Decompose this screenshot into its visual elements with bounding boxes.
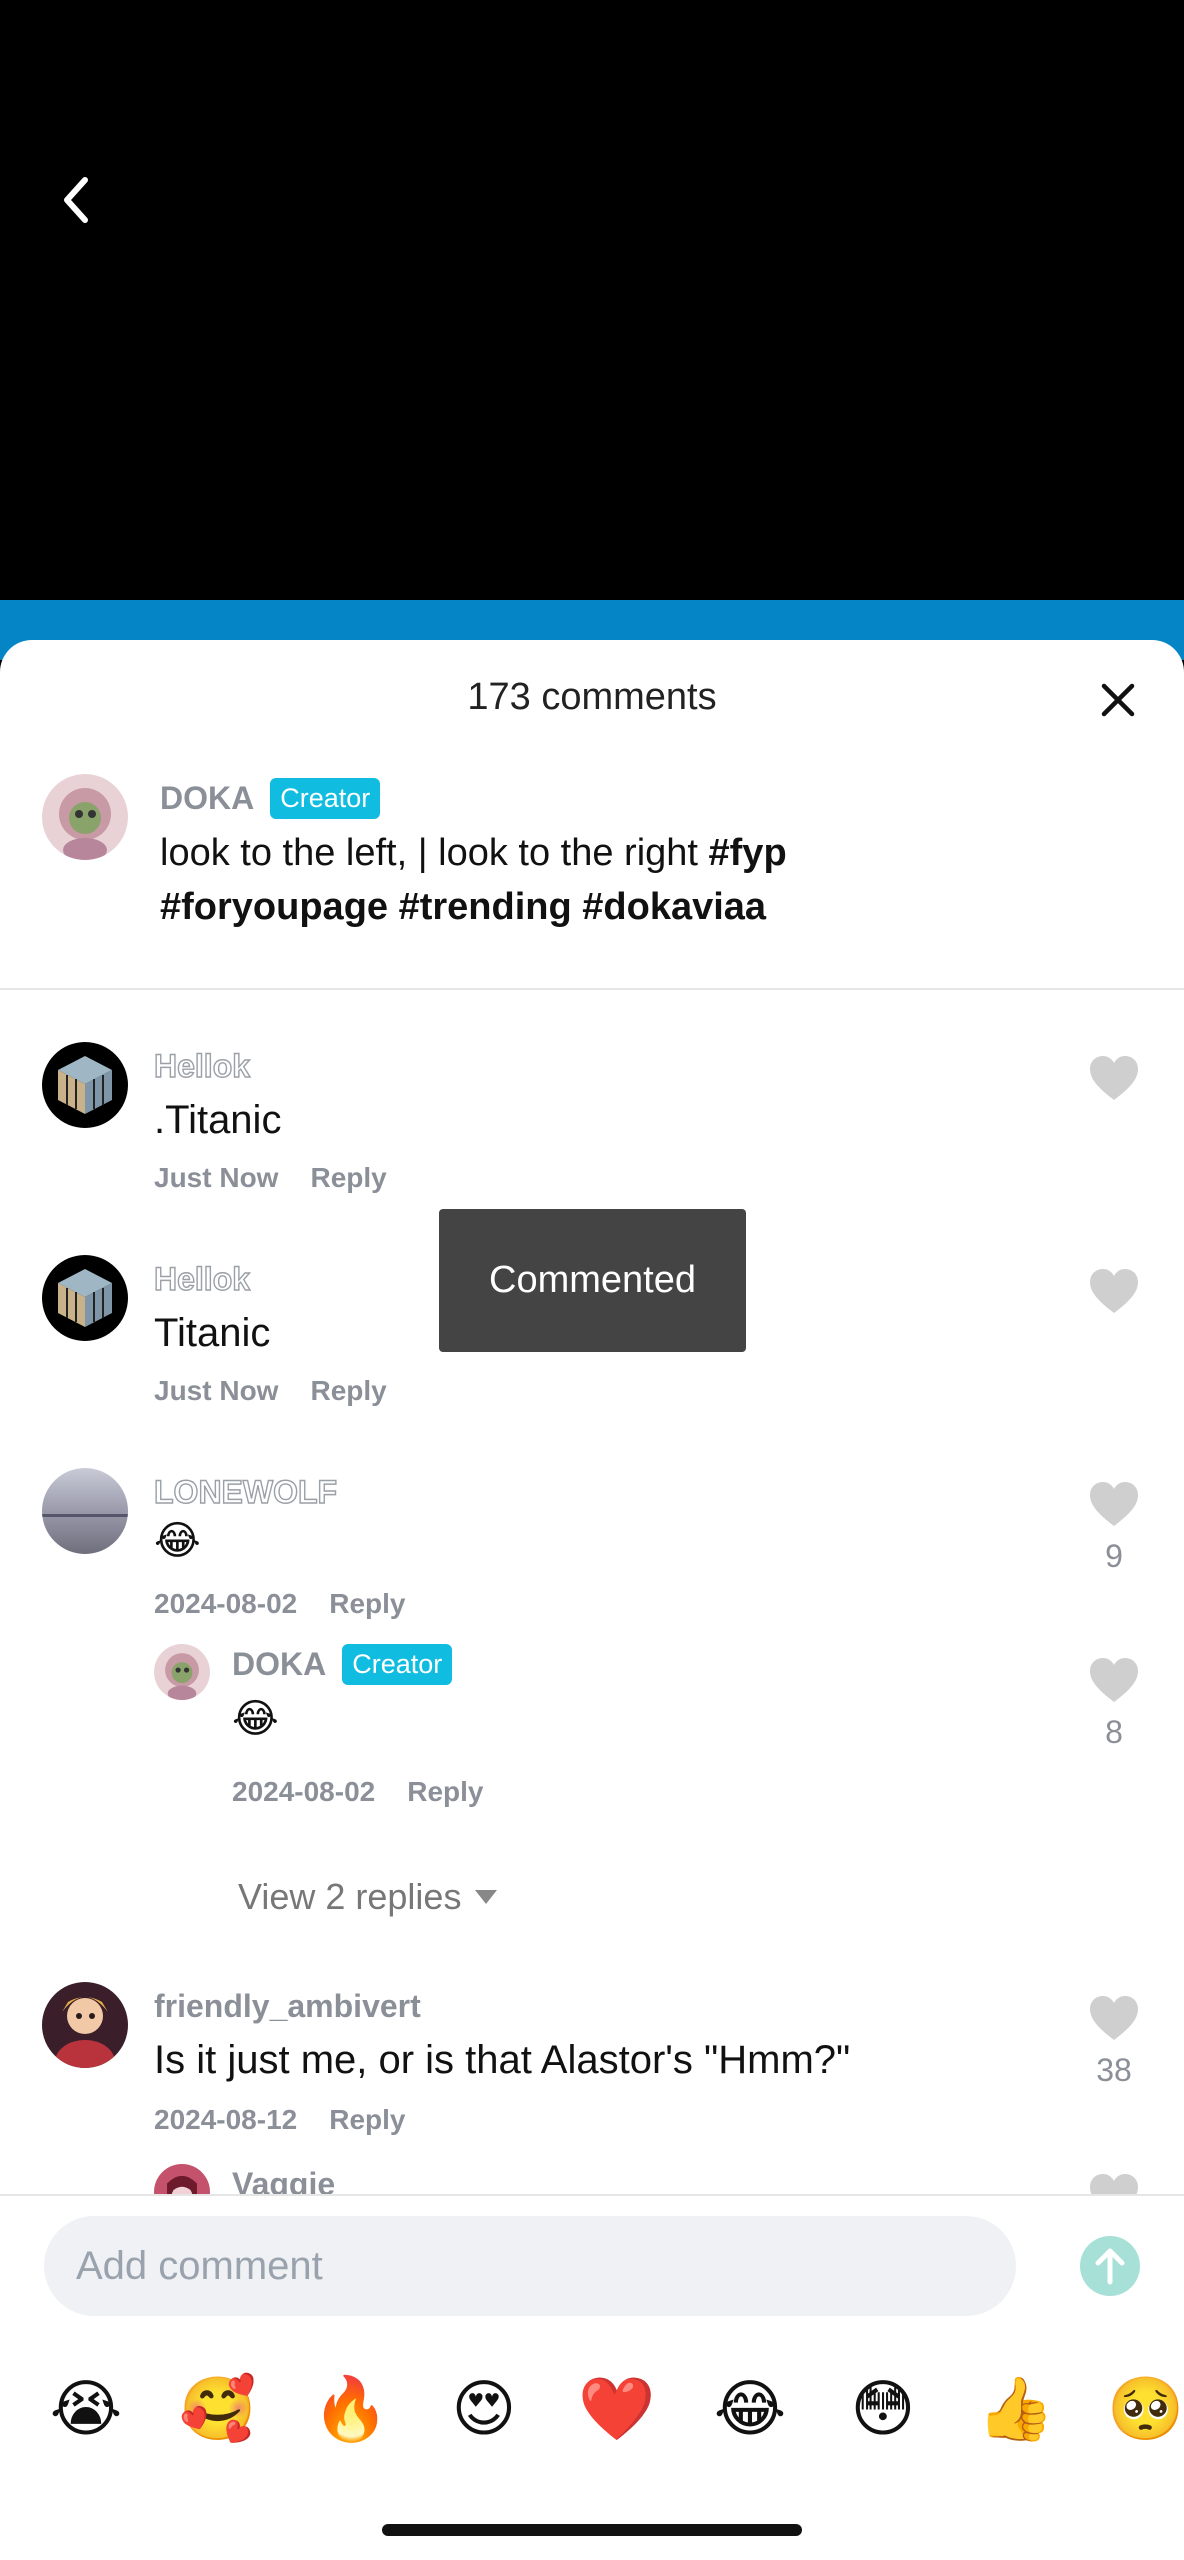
avatar[interactable] xyxy=(154,2164,210,2196)
like-count: 38 xyxy=(1096,2052,1132,2088)
home-indicator[interactable] xyxy=(382,2524,802,2536)
reply-item: Vaggie xyxy=(0,2164,1184,2196)
emoji-thumbs-up[interactable]: 👍 xyxy=(976,2370,1056,2450)
list-item: friendly_ambivert Is it just me, or is t… xyxy=(0,1982,1184,2162)
comment-time: Just Now xyxy=(154,1162,279,1193)
comment-time: 2024-08-02 xyxy=(232,1776,376,1807)
emoji-tears-of-joy[interactable]: 😂 xyxy=(710,2370,790,2450)
avatar[interactable] xyxy=(42,1982,128,2068)
like-button[interactable] xyxy=(1086,1054,1142,1102)
heart-icon xyxy=(1090,1482,1138,1526)
comment-text: Is it just me, or is that Alastor's "Hmm… xyxy=(154,2038,851,2082)
emoji-pleading[interactable]: 🥺 xyxy=(1106,2370,1184,2450)
comment-username[interactable]: DOKA xyxy=(232,1646,326,1683)
heart-icon xyxy=(1090,1658,1138,1702)
comment-meta: Just Now Reply xyxy=(154,1162,387,1194)
comments-sheet: 173 comments DOKA Creator look to the le… xyxy=(0,640,1184,2560)
arrow-up-icon xyxy=(1095,2248,1125,2285)
avatar[interactable] xyxy=(42,1042,128,1128)
heart-icon xyxy=(1090,1269,1138,1313)
heart-icon xyxy=(1090,1996,1138,2040)
video-area[interactable] xyxy=(0,0,1184,604)
comment-meta: Just Now Reply xyxy=(154,1375,387,1407)
like-button[interactable]: 38 xyxy=(1086,1994,1142,2089)
video-caption: DOKA Creator look to the left, | look to… xyxy=(0,764,1184,990)
emoji-heart-eyes[interactable]: 😍 xyxy=(444,2370,524,2450)
caption-author[interactable]: DOKA xyxy=(160,780,254,817)
comment-username[interactable]: Vaggie xyxy=(232,2166,335,2196)
comment-meta: 2024-08-02 Reply xyxy=(232,1776,483,1808)
comment-username[interactable]: LONEWOLF xyxy=(153,1473,337,1511)
like-count: 8 xyxy=(1105,1714,1123,1750)
list-item: Hellok .Titanic Just Now Reply xyxy=(0,992,1184,1202)
comment-time: Just Now xyxy=(154,1375,279,1406)
reply-button[interactable]: Reply xyxy=(310,1375,386,1407)
like-count: 9 xyxy=(1105,1538,1123,1574)
comment-input[interactable] xyxy=(44,2216,1016,2316)
emoji-loudly-crying[interactable]: 😭 xyxy=(46,2370,126,2450)
caret-down-icon xyxy=(475,1890,498,1904)
comment-username[interactable]: Hellok xyxy=(153,1047,250,1085)
heart-icon xyxy=(1090,2174,1138,2196)
hashtag-list[interactable]: #foryoupage #trending #dokaviaa xyxy=(160,886,766,928)
send-button[interactable] xyxy=(1080,2236,1140,2296)
comment-time: 2024-08-12 xyxy=(154,2104,298,2135)
back-button[interactable] xyxy=(52,168,100,232)
creator-badge: Creator xyxy=(342,1644,453,1685)
comment-text: .Titanic xyxy=(154,1098,282,1142)
comment-text: Titanic xyxy=(154,1311,271,1355)
toast-message: Commented xyxy=(439,1209,746,1352)
hashtag-fyp[interactable]: #fyp xyxy=(709,832,787,874)
reply-button[interactable]: Reply xyxy=(310,1162,386,1194)
comment-text: 😂 xyxy=(154,1519,201,1563)
close-icon xyxy=(1101,683,1135,717)
avatar[interactable] xyxy=(154,1644,210,1700)
heart-icon xyxy=(1090,1056,1138,1100)
like-button[interactable]: 9 xyxy=(1086,1480,1142,1575)
emoji-smiling-hearts[interactable]: 🥰 xyxy=(178,2370,258,2450)
comment-list[interactable]: Hellok .Titanic Just Now Reply Hellok Ti… xyxy=(0,992,1184,2196)
caption-body: look to the left, | look to the right xyxy=(160,832,709,874)
caption-text: look to the left, | look to the right #f… xyxy=(160,826,960,934)
chevron-left-icon xyxy=(64,177,88,223)
like-button[interactable] xyxy=(1086,2172,1142,2196)
emoji-fire[interactable]: 🔥 xyxy=(311,2370,391,2450)
sheet-header: 173 comments xyxy=(0,640,1184,764)
quick-emoji-bar: 😭 🥰 🔥 😍 ❤️ 😂 😳 👍 🥺 xyxy=(0,2370,1184,2470)
comment-count-title: 173 comments xyxy=(467,676,717,718)
reply-button[interactable]: Reply xyxy=(407,1776,483,1808)
comment-username[interactable]: Hellok xyxy=(153,1260,250,1298)
reply-author-row: DOKA Creator xyxy=(232,1644,453,1685)
list-item: LONEWOLF 😂 2024-08-02 Reply 9 xyxy=(0,1418,1184,1619)
caption-author-row: DOKA Creator xyxy=(160,778,381,819)
like-button[interactable]: 8 xyxy=(1086,1656,1142,1751)
view-replies-label: View 2 replies xyxy=(238,1876,462,1917)
comment-text: 😂 xyxy=(232,1697,279,1741)
view-replies-button[interactable]: View 2 replies xyxy=(238,1876,498,1918)
comment-username[interactable]: friendly_ambivert xyxy=(154,1988,421,2025)
avatar[interactable] xyxy=(42,1468,128,1554)
reply-button[interactable]: Reply xyxy=(329,2104,405,2136)
avatar[interactable] xyxy=(42,774,128,860)
comment-meta: 2024-08-12 Reply xyxy=(154,2104,405,2136)
comment-composer xyxy=(0,2194,1184,2324)
reply-item: DOKA Creator 😂 2024-08-02 Reply 8 xyxy=(0,1592,1184,1807)
creator-badge: Creator xyxy=(270,778,381,819)
close-button[interactable] xyxy=(1096,678,1140,722)
avatar[interactable] xyxy=(42,1255,128,1341)
like-button[interactable] xyxy=(1086,1267,1142,1315)
emoji-flushed[interactable]: 😳 xyxy=(843,2370,923,2450)
emoji-red-heart[interactable]: ❤️ xyxy=(577,2370,657,2450)
